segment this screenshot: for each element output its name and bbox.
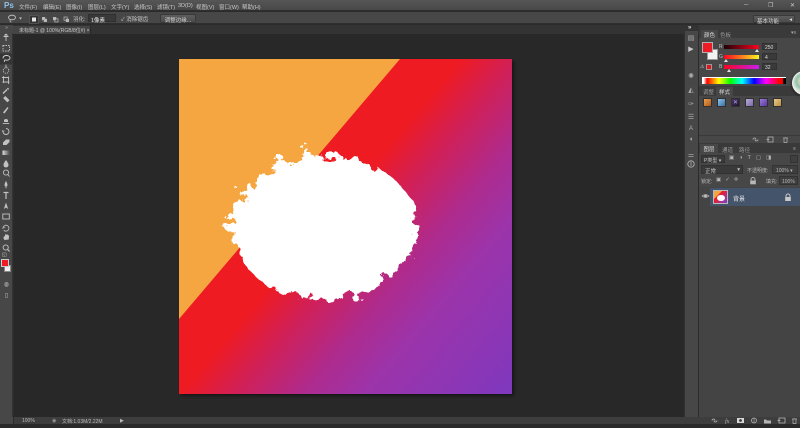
svg-text:fx: fx	[725, 418, 730, 424]
